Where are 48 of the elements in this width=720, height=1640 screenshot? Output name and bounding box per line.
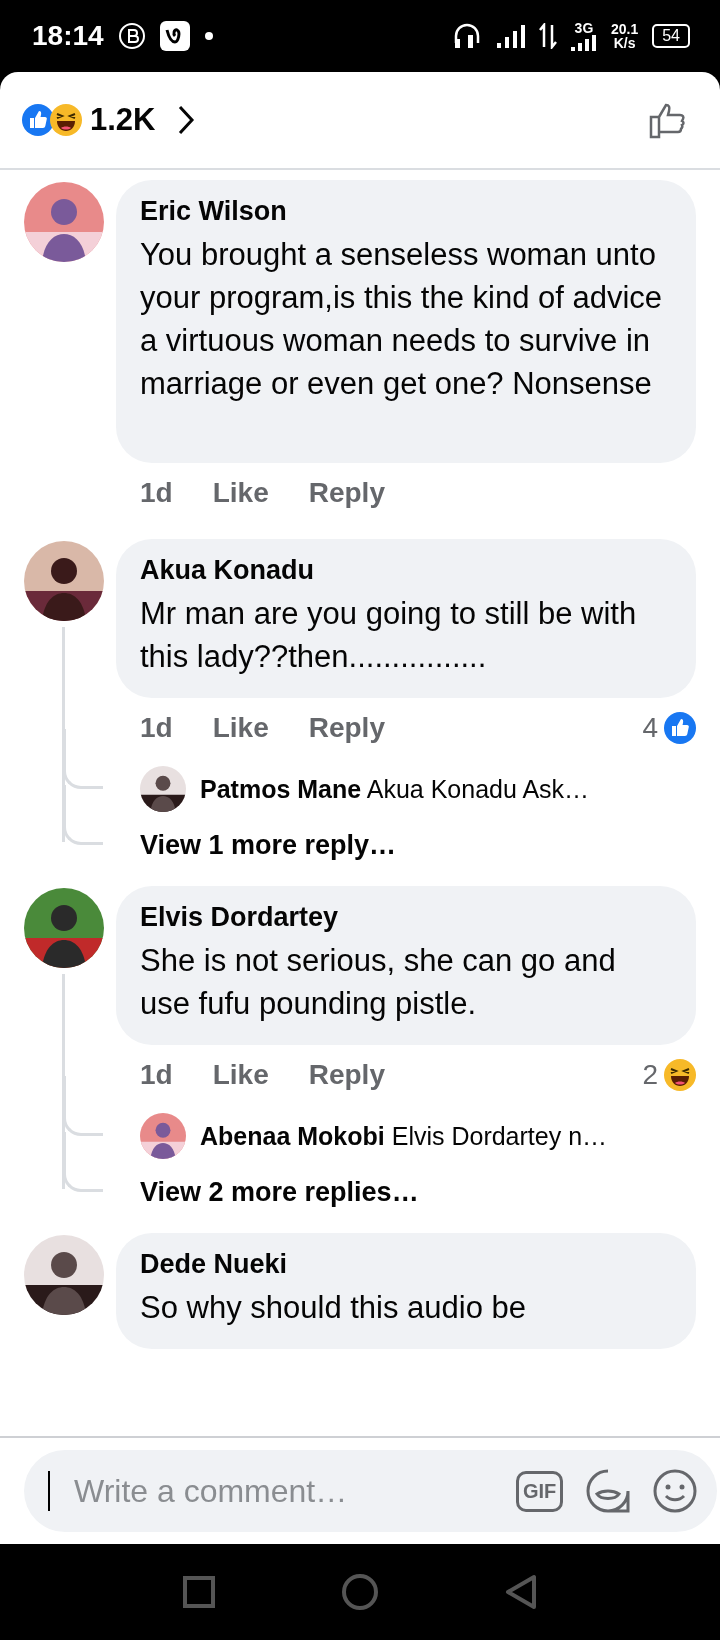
comment-time: 1d xyxy=(140,1059,173,1091)
comment-author[interactable]: Eric Wilson xyxy=(140,196,672,227)
comment-author[interactable]: Dede Nueki xyxy=(140,1249,672,1280)
circle-b-icon xyxy=(117,22,146,50)
network-type: 3G xyxy=(574,21,594,35)
reply-link[interactable]: Reply xyxy=(308,477,385,509)
laughing-emoji-icon xyxy=(50,104,82,136)
like-link[interactable]: Like xyxy=(212,712,269,744)
signal-icon xyxy=(496,24,525,48)
reaction-count[interactable]: 1.2K xyxy=(90,102,156,138)
comment-text: So why should this audio be xyxy=(140,1289,528,1327)
reaction-count[interactable]: 4 xyxy=(642,712,658,744)
comment-input[interactable]: Write a comment… xyxy=(72,1472,494,1510)
signal-icon xyxy=(570,35,597,51)
data-transfer-icon xyxy=(538,23,557,49)
like-link[interactable]: Like xyxy=(212,1059,269,1091)
comment-time: 1d xyxy=(140,477,173,509)
view-more-replies-link[interactable]: View 1 more reply… xyxy=(140,828,397,862)
comment-time: 1d xyxy=(140,712,173,744)
back-icon[interactable] xyxy=(505,1574,537,1610)
clock: 18:14 xyxy=(32,20,104,52)
reply-link[interactable]: Reply xyxy=(308,712,385,744)
reply-preview[interactable]: Patmos Mane Akua Konadu Ask… xyxy=(200,774,590,804)
app-notification-icon xyxy=(159,21,190,51)
speed-value: 20.1 xyxy=(610,22,639,36)
comment-author[interactable]: Elvis Dordartey xyxy=(140,902,672,933)
comment-box[interactable]: Write a comment… GIF xyxy=(24,1450,718,1532)
comment-text: You brought a senseless woman unto your program,is this the kind of advice a virtuous woman needs to survive in marriage or even get one? Nonsense xyxy=(140,236,664,403)
like-link[interactable]: Like xyxy=(212,477,269,509)
emoji-icon[interactable] xyxy=(653,1469,698,1513)
dot-icon xyxy=(203,31,214,41)
like-reaction-icon xyxy=(22,104,54,136)
sticker-icon[interactable] xyxy=(585,1468,632,1514)
gif-icon[interactable]: GIF xyxy=(516,1470,564,1512)
speed-unit: K/s xyxy=(613,36,636,50)
reply-preview[interactable]: Abenaa Mokobi Elvis Dordartey n… xyxy=(200,1121,608,1151)
home-icon[interactable] xyxy=(341,1573,379,1611)
chevron-right-icon[interactable] xyxy=(177,104,196,136)
like-reaction-icon xyxy=(664,712,696,744)
comment-text: Mr man are you going to still be with this lady??then................ xyxy=(140,595,638,676)
comment-author[interactable]: Akua Konadu xyxy=(140,555,672,586)
recent-apps-icon[interactable] xyxy=(183,1576,215,1608)
reaction-count[interactable]: 2 xyxy=(642,1059,658,1091)
view-more-replies-link[interactable]: View 2 more replies… xyxy=(140,1175,419,1209)
comment-text: She is not serious, she can go and use fufu pounding pistle. xyxy=(140,942,617,1023)
battery-indicator: 54 xyxy=(652,24,690,48)
laughing-emoji-icon xyxy=(664,1059,696,1091)
reply-link[interactable]: Reply xyxy=(308,1059,385,1091)
